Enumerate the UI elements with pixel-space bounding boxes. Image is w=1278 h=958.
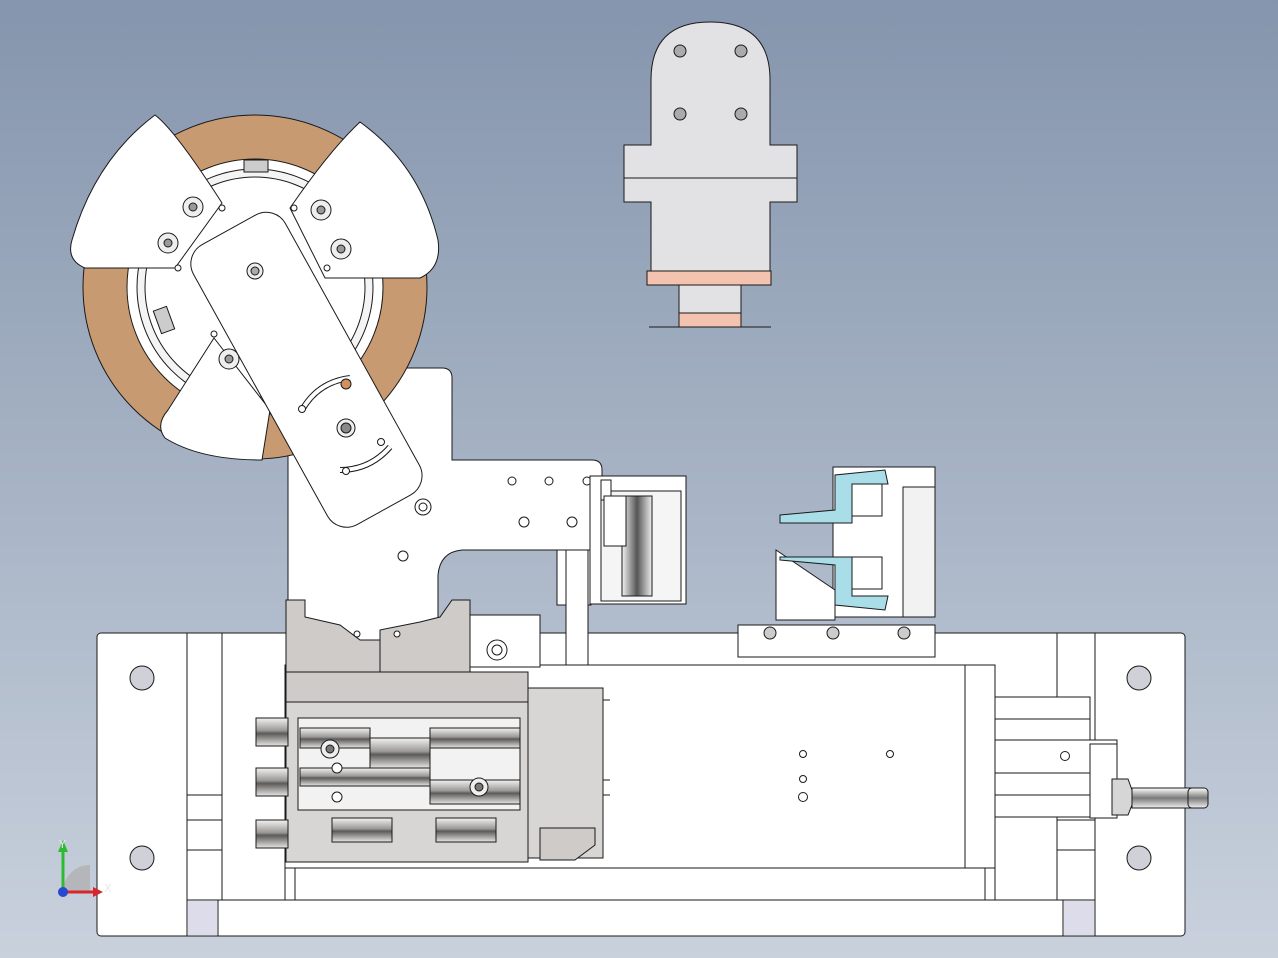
top-gripper-part[interactable]: [623, 21, 798, 328]
valve-block[interactable]: [255, 671, 610, 863]
assembly-drawing[interactable]: [0, 0, 1278, 958]
cad-viewport[interactable]: Y X: [0, 0, 1278, 958]
axis-x-label: X: [104, 882, 112, 895]
axis-y-label: Y: [59, 838, 66, 851]
side-gripper[interactable]: [737, 466, 936, 658]
